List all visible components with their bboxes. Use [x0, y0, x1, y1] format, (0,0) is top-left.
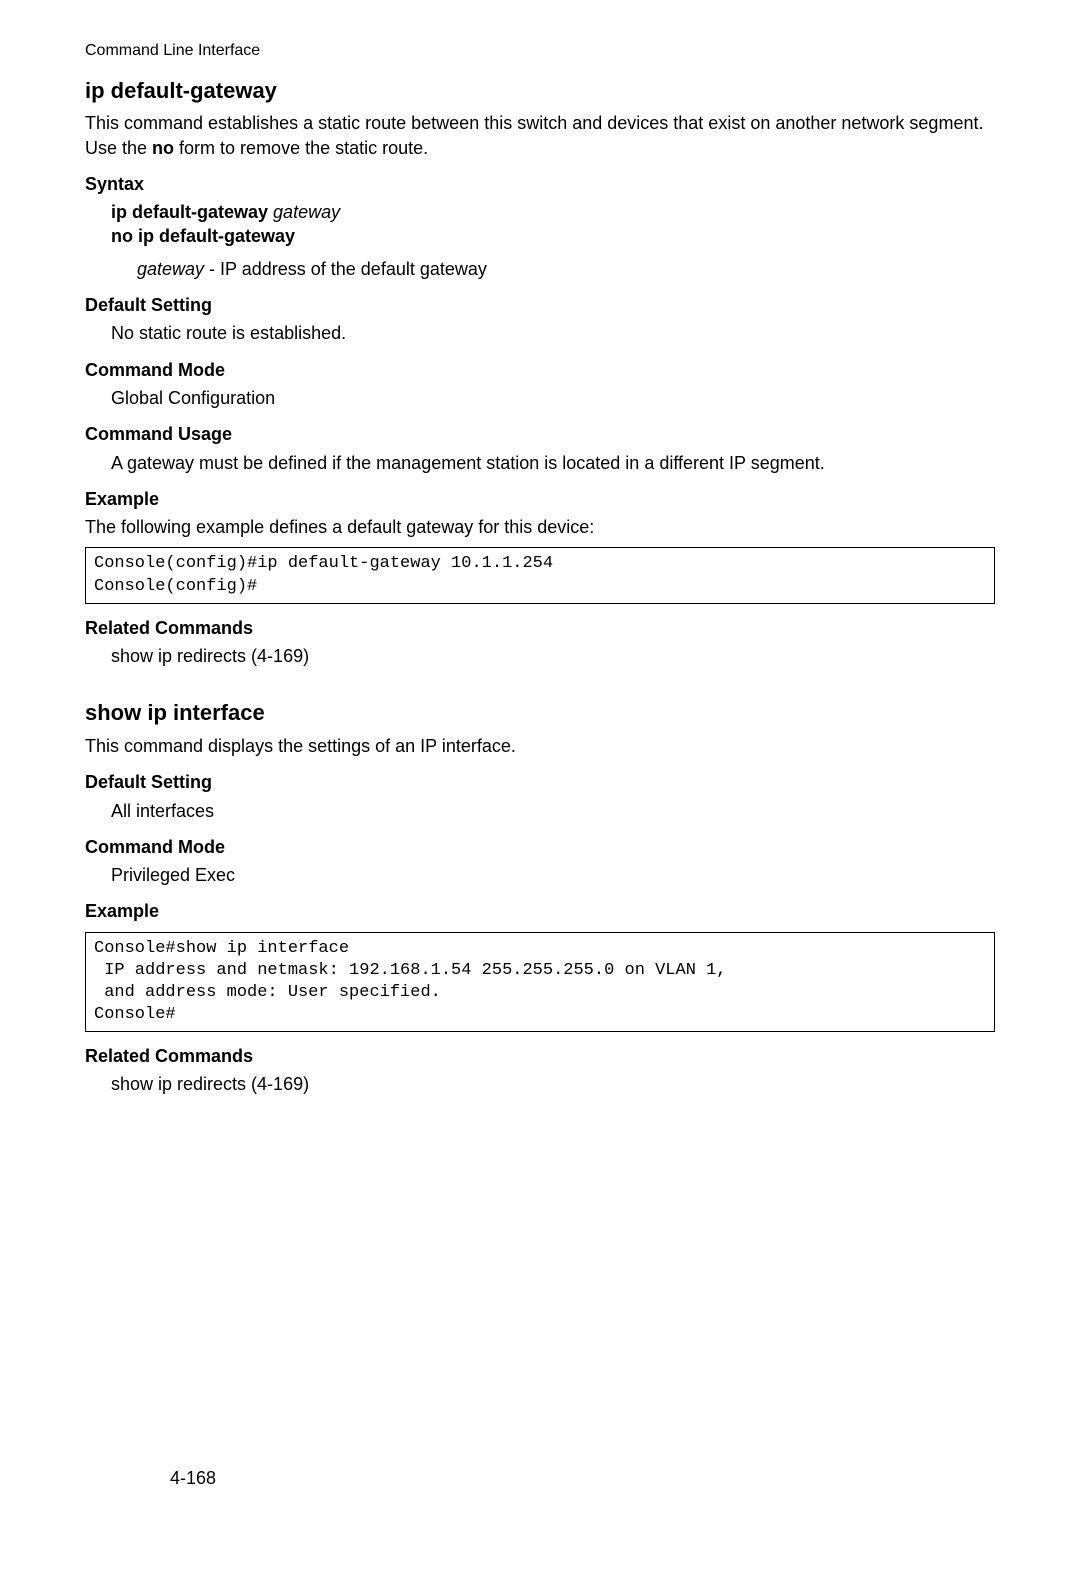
related-commands-heading: Related Commands — [85, 1044, 995, 1068]
command-mode-text: Privileged Exec — [111, 863, 995, 887]
command-intro: This command establishes a static route … — [85, 111, 995, 160]
intro-text-post: form to remove the static route. — [174, 138, 428, 158]
related-commands-text: show ip redirects (4-169) — [111, 644, 995, 668]
param-desc: - IP address of the default gateway — [204, 259, 487, 279]
default-setting-text: All interfaces — [111, 799, 995, 823]
page-number: 4-168 — [170, 1466, 216, 1490]
related-commands-text: show ip redirects (4-169) — [111, 1072, 995, 1096]
command-mode-text: Global Configuration — [111, 386, 995, 410]
command-title: ip default-gateway — [85, 76, 995, 106]
example-code-block: Console(config)#ip default-gateway 10.1.… — [85, 547, 995, 603]
default-setting-heading: Default Setting — [85, 770, 995, 794]
syntax-line-no: no ip default-gateway — [111, 224, 995, 248]
command-usage-heading: Command Usage — [85, 422, 995, 446]
example-heading: Example — [85, 487, 995, 511]
command-title: show ip interface — [85, 698, 995, 728]
syntax-param: gateway - IP address of the default gate… — [137, 257, 995, 281]
param-name: gateway — [137, 259, 204, 279]
syntax-heading: Syntax — [85, 172, 995, 196]
syntax-line: ip default-gateway gateway — [111, 200, 995, 224]
related-commands-heading: Related Commands — [85, 616, 995, 640]
example-code-block: Console#show ip interface IP address and… — [85, 932, 995, 1032]
command-usage-text: A gateway must be defined if the managem… — [111, 451, 995, 475]
running-header: Command Line Interface — [85, 40, 995, 62]
default-setting-text: No static route is established. — [111, 321, 995, 345]
example-intro: The following example defines a default … — [85, 515, 995, 539]
syntax-command: ip default-gateway — [111, 202, 268, 222]
syntax-argument: gateway — [273, 202, 340, 222]
command-intro: This command displays the settings of an… — [85, 734, 995, 758]
default-setting-heading: Default Setting — [85, 293, 995, 317]
example-heading: Example — [85, 899, 995, 923]
command-mode-heading: Command Mode — [85, 835, 995, 859]
command-mode-heading: Command Mode — [85, 358, 995, 382]
intro-no-keyword: no — [152, 138, 174, 158]
